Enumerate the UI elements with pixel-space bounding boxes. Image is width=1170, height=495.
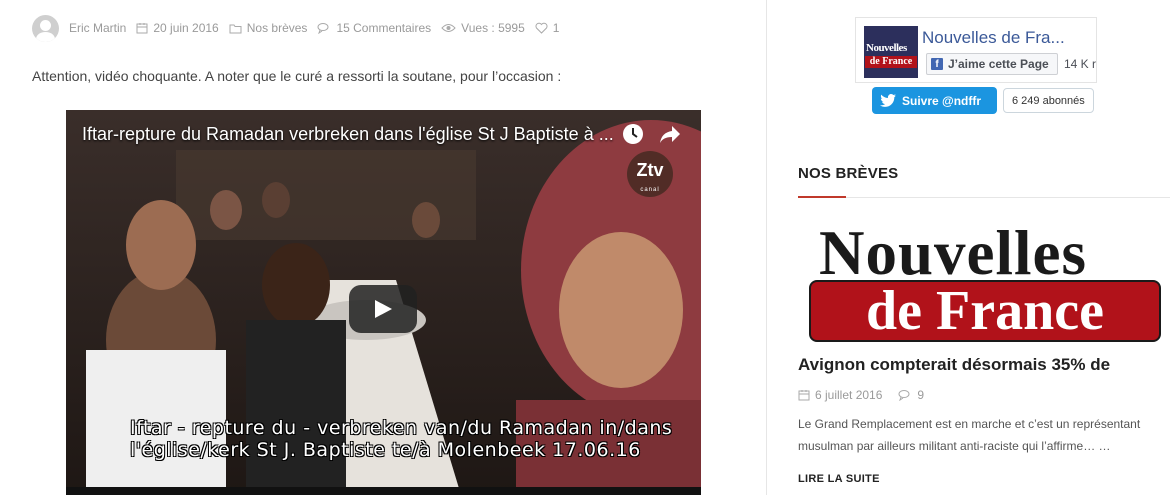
comments-icon: [317, 23, 329, 34]
folder-icon: [229, 24, 242, 33]
views-count: Vues : 5995: [461, 21, 525, 35]
comments-link[interactable]: 15 Commentaires: [336, 21, 431, 35]
channel-logo-text: Ztv: [636, 160, 664, 180]
twitter-follower-count[interactable]: 6 249 abonnés: [1003, 88, 1094, 113]
featured-date-meta: 6 juillet 2016: [798, 388, 882, 402]
facebook-page-name[interactable]: Nouvelles de Fra...: [922, 28, 1065, 48]
section-title: NOS BRÈVES: [798, 165, 899, 182]
post-intro: Attention, vidéo choquante. A noter que …: [32, 68, 562, 84]
thumb-text-line2: de France: [865, 56, 917, 68]
subtitle-line-2: l'église/kerk St J. Baptiste te/à Molenb…: [130, 439, 641, 461]
avatar-shoulders: [36, 31, 55, 42]
channel-logo-subtext: canal: [640, 187, 660, 193]
featured-post-excerpt: Le Grand Remplacement est en marche et c…: [798, 417, 1141, 453]
twitter-follow-button[interactable]: Suivre @ndffr: [872, 87, 997, 114]
post-meta: Eric Martin 20 juin 2016 Nos brèves 15 C…: [32, 14, 569, 42]
eye-icon: [441, 24, 456, 32]
calendar-icon: [136, 23, 148, 34]
featured-post-title[interactable]: Avignon compterait désormais 35% de: [798, 355, 1110, 375]
share-icon[interactable]: [658, 123, 682, 145]
article-column: Eric Martin 20 juin 2016 Nos brèves 15 C…: [0, 0, 766, 495]
featured-comments-meta[interactable]: 9: [898, 388, 924, 402]
read-more-link[interactable]: LIRE LA SUITE: [798, 473, 880, 485]
site-logo-image[interactable]: Nouvelles de France: [809, 222, 1163, 346]
facebook-like-label: J’aime cette Page: [948, 57, 1049, 71]
post-date: 20 juin 2016: [153, 21, 219, 35]
video-player[interactable]: Iftar-repture du Ramadan verbreken dans …: [66, 110, 701, 495]
comments-icon: [898, 390, 910, 401]
views-meta: Vues : 5995: [441, 21, 525, 35]
featured-post-date: 6 juillet 2016: [815, 388, 883, 402]
likes-meta[interactable]: 1: [535, 21, 560, 35]
comments-meta[interactable]: 15 Commentaires: [317, 21, 431, 35]
thumb-text-line1: Nouvelles: [866, 42, 907, 54]
facebook-like-button[interactable]: f J’aime cette Page: [926, 53, 1058, 75]
category-link[interactable]: Nos brèves: [247, 21, 308, 35]
channel-logo[interactable]: Ztv canal: [627, 151, 673, 197]
video-title[interactable]: Iftar-repture du Ramadan verbreken dans …: [82, 124, 614, 145]
play-icon: [375, 300, 392, 318]
facebook-page-thumbnail[interactable]: Nouvelles de France: [864, 26, 918, 78]
heart-icon[interactable]: [535, 22, 548, 34]
featured-comment-count: 9: [917, 388, 925, 402]
watch-later-icon[interactable]: [622, 123, 644, 145]
likes-count: 1: [552, 21, 560, 35]
section-rule: [798, 197, 1170, 198]
twitter-icon: [880, 94, 896, 107]
category-meta[interactable]: Nos brèves: [229, 21, 308, 35]
video-bottom-bar: [66, 487, 701, 495]
play-button[interactable]: [349, 285, 417, 333]
logo-line-1: Nouvelles: [819, 218, 1087, 288]
logo-line-2: de France: [866, 280, 1104, 342]
twitter-follow-label: Suivre @ndffr: [902, 93, 982, 108]
avatar-head: [40, 19, 51, 31]
date-meta: 20 juin 2016: [136, 21, 219, 35]
facebook-page-widget: Nouvelles de France Nouvelles de Fra... …: [855, 17, 1097, 83]
sidebar: Nouvelles de France Nouvelles de Fra... …: [767, 0, 1170, 495]
featured-post-meta: 6 juillet 2016 9: [798, 388, 940, 402]
author-meta[interactable]: Eric Martin: [69, 21, 126, 35]
author-link[interactable]: Eric Martin: [69, 21, 126, 35]
section-underline: [798, 196, 846, 198]
author-avatar[interactable]: [32, 14, 59, 42]
video-subtitle: Iftar - repture du - verbreken van/du Ra…: [130, 417, 672, 461]
calendar-icon: [798, 390, 810, 401]
subtitle-line-1: Iftar - repture du - verbreken van/du Ra…: [130, 417, 673, 439]
facebook-icon: f: [931, 58, 943, 70]
facebook-like-count: 14 K r: [1064, 57, 1097, 71]
